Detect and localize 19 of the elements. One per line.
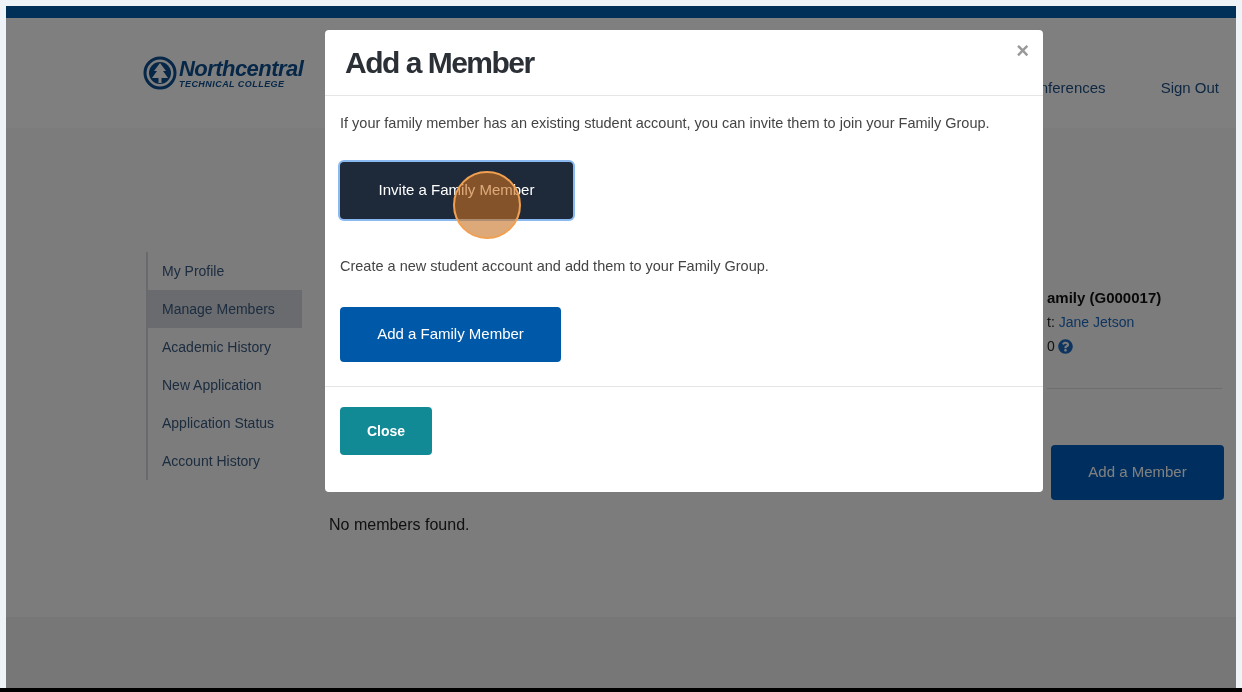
help-icon[interactable] [1057, 338, 1073, 354]
nav-link[interactable]: Sign Out [1160, 76, 1219, 100]
nav-link[interactable]: nferences [1039, 76, 1106, 100]
sidebar-item[interactable]: Manage Members [148, 290, 302, 328]
empty-message: No members found. [329, 516, 470, 533]
dialog-title: Add a Member [345, 45, 534, 81]
contact-name-link[interactable]: Jane Jetson [1058, 310, 1135, 334]
logo-subtitle: TECHNICAL COLLEGE [179, 79, 286, 89]
member-count: 0 [1047, 337, 1055, 356]
family-name: amily (G000017) [1047, 288, 1163, 308]
add-family-member-button[interactable]: Add a Family Member [340, 307, 561, 362]
close-button[interactable]: Close [340, 407, 432, 455]
invite-description: If your family member has an existing student account, you can invite them to join your Family Group. [340, 114, 991, 133]
contact-label: t: [1047, 313, 1055, 332]
logo-name: Northcentral [179, 57, 304, 80]
create-description: Create a new student account and add them to your Family Group. [340, 257, 769, 276]
add-member-button[interactable]: Add a Member [1051, 445, 1224, 500]
college-logo[interactable]: Northcentral TECHNICAL COLLEGE [143, 56, 304, 90]
tree-emblem-icon [143, 56, 177, 90]
